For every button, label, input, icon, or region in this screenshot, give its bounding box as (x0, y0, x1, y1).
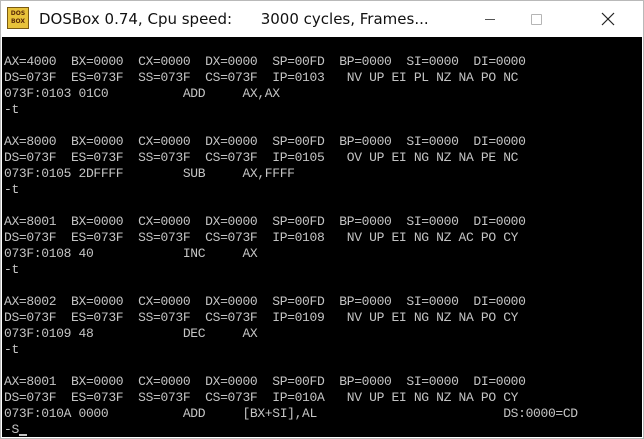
console-line: DS=073F ES=073F SS=073F CS=073F IP=0109 … (4, 310, 519, 325)
console-line: -t (4, 262, 19, 277)
close-button[interactable] (585, 1, 631, 37)
console-line: DS=073F ES=073F SS=073F CS=073F IP=010A … (4, 390, 519, 405)
console-line: -S (4, 422, 27, 437)
title-bar[interactable]: DOS BOX DOSBox 0.74, Cpu speed: 3000 cyc… (1, 1, 643, 37)
console-line: AX=8000 BX=0000 CX=0000 DX=0000 SP=00FD … (4, 134, 526, 149)
console-line: 073F:0108 40 INC AX (4, 246, 258, 261)
text-cursor (18, 434, 27, 436)
window-title: DOSBox 0.74, Cpu speed: 3000 cycles, Fra… (39, 10, 429, 28)
console-line: AX=8001 BX=0000 CX=0000 DX=0000 SP=00FD … (4, 374, 526, 389)
close-icon (601, 12, 615, 26)
console-line: 073F:0103 01C0 ADD AX,AX (4, 86, 280, 101)
dosbox-icon-line1: DOS (10, 10, 26, 17)
console-line: AX=4000 BX=0000 CX=0000 DX=0000 SP=00FD … (4, 54, 526, 69)
minimize-button[interactable] (467, 1, 513, 37)
console-line: 073F:0105 2DFFFF SUB AX,FFFF (4, 166, 295, 181)
console-line: DS=073F ES=073F SS=073F CS=073F IP=0105 … (4, 150, 519, 165)
console-line: DS=073F ES=073F SS=073F CS=073F IP=0103 … (4, 70, 519, 85)
dosbox-icon[interactable]: DOS BOX (7, 7, 29, 29)
console-line: 073F:010A 0000 ADD [BX+SI],AL DS:0000=CD (4, 406, 578, 421)
dosbox-window: DOS BOX DOSBox 0.74, Cpu speed: 3000 cyc… (0, 0, 644, 439)
console-line: DS=073F ES=073F SS=073F CS=073F IP=0108 … (4, 230, 519, 245)
console-line: -t (4, 102, 19, 117)
dosbox-icon-line2: BOX (10, 18, 26, 25)
minimize-icon (485, 18, 495, 20)
dos-console[interactable]: AX=4000 BX=0000 CX=0000 DX=0000 SP=00FD … (2, 37, 642, 437)
console-line: AX=8002 BX=0000 CX=0000 DX=0000 SP=00FD … (4, 294, 526, 309)
console-line: -t (4, 182, 19, 197)
maximize-icon (530, 13, 542, 25)
maximize-button[interactable] (513, 1, 559, 37)
console-line: AX=8001 BX=0000 CX=0000 DX=0000 SP=00FD … (4, 214, 526, 229)
console-line: -t (4, 342, 19, 357)
console-line: 073F:0109 48 DEC AX (4, 326, 258, 341)
